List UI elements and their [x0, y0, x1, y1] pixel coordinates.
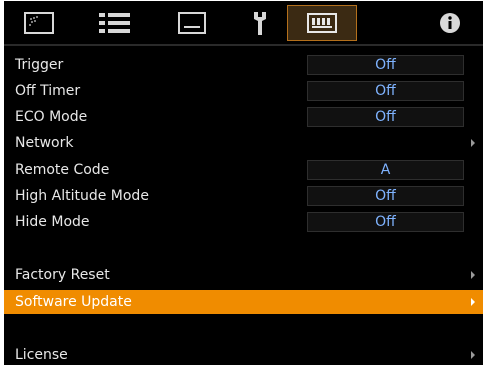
trigger-value: Off — [307, 55, 464, 75]
tab-display-setup[interactable] — [159, 5, 225, 41]
menu-row-license[interactable]: License — [4, 343, 483, 365]
picture-adjust-icon — [24, 12, 54, 34]
input-signal-icon — [99, 13, 130, 33]
tab-information[interactable] — [417, 5, 483, 41]
menu-row-hide-mode[interactable]: Hide Mode Off — [4, 210, 483, 234]
menu-row-high-altitude-mode[interactable]: High Altitude Mode Off — [4, 184, 483, 208]
menu-row-label: Off Timer — [15, 83, 81, 99]
menu-row-factory-reset[interactable]: Factory Reset — [4, 263, 483, 287]
menu-row-off-timer[interactable]: Off Timer Off — [4, 79, 483, 103]
menu-row-label: Remote Code — [15, 162, 110, 178]
eco-mode-value: Off — [307, 107, 464, 127]
menu-row-trigger[interactable]: Trigger Off — [4, 53, 483, 77]
menu-row-remote-code[interactable]: Remote Code A — [4, 158, 483, 182]
submenu-arrow-icon — [471, 139, 475, 147]
high-altitude-mode-value: Off — [307, 186, 464, 206]
submenu-arrow-icon — [471, 351, 475, 359]
menu-row-label: Software Update — [15, 294, 132, 310]
menu-row-eco-mode[interactable]: ECO Mode Off — [4, 105, 483, 129]
menu-row-label: Trigger — [15, 57, 64, 73]
off-timer-value: Off — [307, 81, 464, 101]
menu-row-label: ECO Mode — [15, 109, 88, 125]
menu-row-software-update[interactable]: Software Update — [4, 290, 483, 314]
menu-row-label: License — [15, 347, 68, 363]
menu-row-label: Hide Mode — [15, 214, 90, 230]
tab-function[interactable] — [287, 5, 357, 41]
tab-divider — [4, 44, 483, 46]
tab-installation[interactable] — [227, 5, 293, 41]
osd-menu: Trigger Off Off Timer Off ECO Mode Off N… — [4, 1, 483, 365]
hide-mode-value: Off — [307, 212, 464, 232]
submenu-arrow-icon — [471, 298, 475, 306]
submenu-arrow-icon — [471, 271, 475, 279]
information-icon — [440, 13, 460, 33]
tab-input-signal[interactable] — [82, 5, 148, 41]
function-connector-icon — [307, 13, 337, 33]
remote-code-value: A — [307, 160, 464, 180]
menu-row-label: Network — [15, 135, 74, 151]
installation-wrench-icon — [254, 12, 266, 35]
menu-row-label: Factory Reset — [15, 267, 110, 283]
display-setup-icon — [178, 12, 206, 34]
menu-row-network[interactable]: Network — [4, 131, 483, 155]
menu-tab-bar — [4, 1, 483, 44]
menu-row-label: High Altitude Mode — [15, 188, 149, 204]
tab-picture-adjust[interactable] — [6, 5, 72, 41]
